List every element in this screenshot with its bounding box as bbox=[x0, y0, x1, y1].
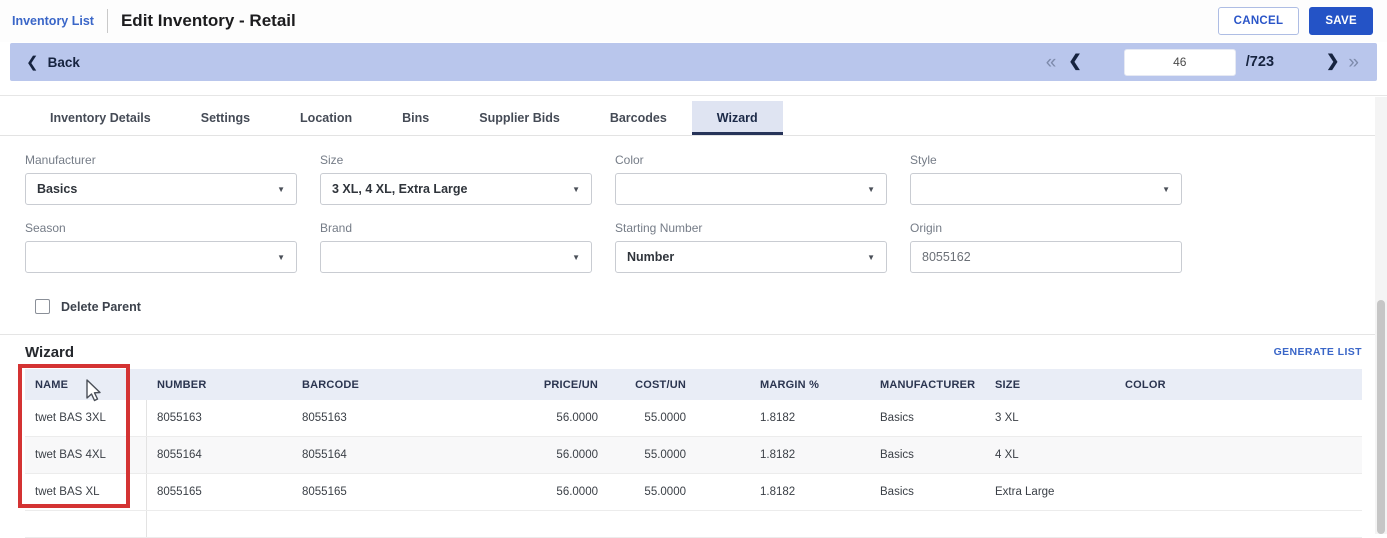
starting-number-dropdown[interactable]: Number ▼ bbox=[615, 241, 887, 273]
page-title: Edit Inventory - Retail bbox=[120, 11, 296, 30]
wizard-form: Manufacturer Basics ▼ Size 3 XL, 4 XL, E… bbox=[0, 136, 1387, 289]
tab-bar: Inventory Details Settings Location Bins… bbox=[0, 101, 1387, 136]
table-row[interactable]: twet BAS XL 8055165 8055165 56.0000 55.0… bbox=[25, 474, 1362, 511]
tab-location[interactable]: Location bbox=[275, 101, 377, 135]
field-label: Brand bbox=[320, 221, 353, 235]
tab-settings[interactable]: Settings bbox=[176, 101, 275, 135]
delete-parent-label: Delete Parent bbox=[61, 299, 141, 314]
field-color: Color ▼ bbox=[615, 153, 887, 205]
column-header-number[interactable]: NUMBER bbox=[147, 369, 292, 400]
page-number-input[interactable] bbox=[1123, 48, 1236, 76]
color-dropdown[interactable]: ▼ bbox=[615, 173, 887, 205]
section-separator bbox=[0, 81, 1387, 96]
field-label: Starting Number bbox=[615, 221, 703, 235]
vertical-scrollbar-track[interactable] bbox=[1375, 97, 1387, 534]
field-origin: Origin bbox=[910, 221, 1182, 273]
chevron-down-icon: ▼ bbox=[867, 252, 875, 262]
table-row[interactable]: twet BAS 3XL 8055163 8055163 56.0000 55.… bbox=[25, 400, 1362, 437]
chevron-down-icon: ▼ bbox=[1162, 184, 1170, 194]
field-style: Style ▼ bbox=[910, 153, 1182, 205]
prev-page-icon[interactable]: ❮ bbox=[1068, 54, 1081, 70]
column-header-margin[interactable]: MARGIN % bbox=[690, 369, 880, 400]
vertical-scrollbar-thumb[interactable] bbox=[1377, 300, 1385, 534]
back-button[interactable]: ❮ Back bbox=[26, 55, 80, 70]
season-dropdown[interactable]: ▼ bbox=[25, 241, 297, 273]
wizard-table: NAME NUMBER BARCODE PRICE/UN COST/UN MAR… bbox=[25, 369, 1362, 538]
column-header-manufacturer[interactable]: MANUFACTURER bbox=[880, 369, 995, 400]
brand-dropdown[interactable]: ▼ bbox=[320, 241, 592, 273]
tab-supplier-bids[interactable]: Supplier Bids bbox=[454, 101, 585, 135]
origin-input[interactable] bbox=[910, 241, 1182, 273]
wizard-section: Wizard GENERATE LIST NAME NUMBER BARCODE… bbox=[0, 334, 1387, 538]
manufacturer-dropdown[interactable]: Basics ▼ bbox=[25, 173, 297, 205]
back-chevron-icon: ❮ bbox=[26, 53, 39, 71]
field-label: Size bbox=[320, 153, 344, 167]
top-header: Inventory List Edit Inventory - Retail C… bbox=[0, 0, 1387, 42]
column-header-cost[interactable]: COST/UN bbox=[602, 369, 690, 400]
column-header-color[interactable]: COLOR bbox=[1115, 369, 1255, 400]
tab-inventory-details[interactable]: Inventory Details bbox=[25, 101, 176, 135]
generate-list-button[interactable]: GENERATE LIST bbox=[1274, 346, 1362, 358]
chevron-down-icon: ▼ bbox=[277, 252, 285, 262]
tab-wizard[interactable]: Wizard bbox=[691, 101, 783, 135]
size-dropdown[interactable]: 3 XL, 4 XL, Extra Large ▼ bbox=[320, 173, 592, 205]
last-page-icon[interactable]: » bbox=[1348, 53, 1359, 72]
field-season: Season ▼ bbox=[25, 221, 297, 273]
column-header-size[interactable]: SIZE bbox=[995, 369, 1115, 400]
wizard-section-title: Wizard bbox=[25, 343, 75, 361]
delete-parent-row: Delete Parent bbox=[0, 289, 1387, 314]
record-pager: « ❮ /723 ❯ » bbox=[1046, 48, 1359, 76]
column-header-price[interactable]: PRICE/UN bbox=[472, 369, 602, 400]
tab-barcodes[interactable]: Barcodes bbox=[585, 101, 692, 135]
back-label: Back bbox=[47, 54, 80, 70]
chevron-down-icon: ▼ bbox=[572, 184, 580, 194]
field-label: Color bbox=[615, 153, 644, 167]
chevron-down-icon: ▼ bbox=[867, 184, 875, 194]
chevron-down-icon: ▼ bbox=[572, 252, 580, 262]
cancel-button[interactable]: CANCEL bbox=[1217, 7, 1300, 35]
field-label: Style bbox=[910, 153, 937, 167]
field-label: Manufacturer bbox=[25, 153, 96, 167]
header-divider bbox=[106, 9, 108, 33]
page-total: /723 bbox=[1245, 54, 1275, 70]
wizard-section-header: Wizard GENERATE LIST bbox=[25, 335, 1362, 369]
table-row[interactable]: twet BAS 4XL 8055164 8055164 56.0000 55.… bbox=[25, 437, 1362, 474]
breadcrumb-inventory-list[interactable]: Inventory List bbox=[12, 14, 94, 28]
first-page-icon[interactable]: « bbox=[1046, 53, 1057, 72]
field-manufacturer: Manufacturer Basics ▼ bbox=[25, 153, 297, 205]
chevron-down-icon: ▼ bbox=[277, 184, 285, 194]
navigation-bar: ❮ Back « ❮ /723 ❯ » bbox=[10, 43, 1377, 81]
column-header-name[interactable]: NAME bbox=[25, 369, 147, 400]
field-starting-number: Starting Number Number ▼ bbox=[615, 221, 887, 273]
table-header-row: NAME NUMBER BARCODE PRICE/UN COST/UN MAR… bbox=[25, 369, 1362, 400]
field-label: Origin bbox=[910, 221, 943, 235]
field-size: Size 3 XL, 4 XL, Extra Large ▼ bbox=[320, 153, 592, 205]
column-header-barcode[interactable]: BARCODE bbox=[292, 369, 472, 400]
field-label: Season bbox=[25, 221, 66, 235]
field-brand: Brand ▼ bbox=[320, 221, 592, 273]
tab-bins[interactable]: Bins bbox=[377, 101, 454, 135]
save-button[interactable]: SAVE bbox=[1309, 7, 1373, 35]
style-dropdown[interactable]: ▼ bbox=[910, 173, 1182, 205]
next-page-icon[interactable]: ❯ bbox=[1326, 54, 1339, 70]
delete-parent-checkbox[interactable] bbox=[35, 299, 50, 314]
